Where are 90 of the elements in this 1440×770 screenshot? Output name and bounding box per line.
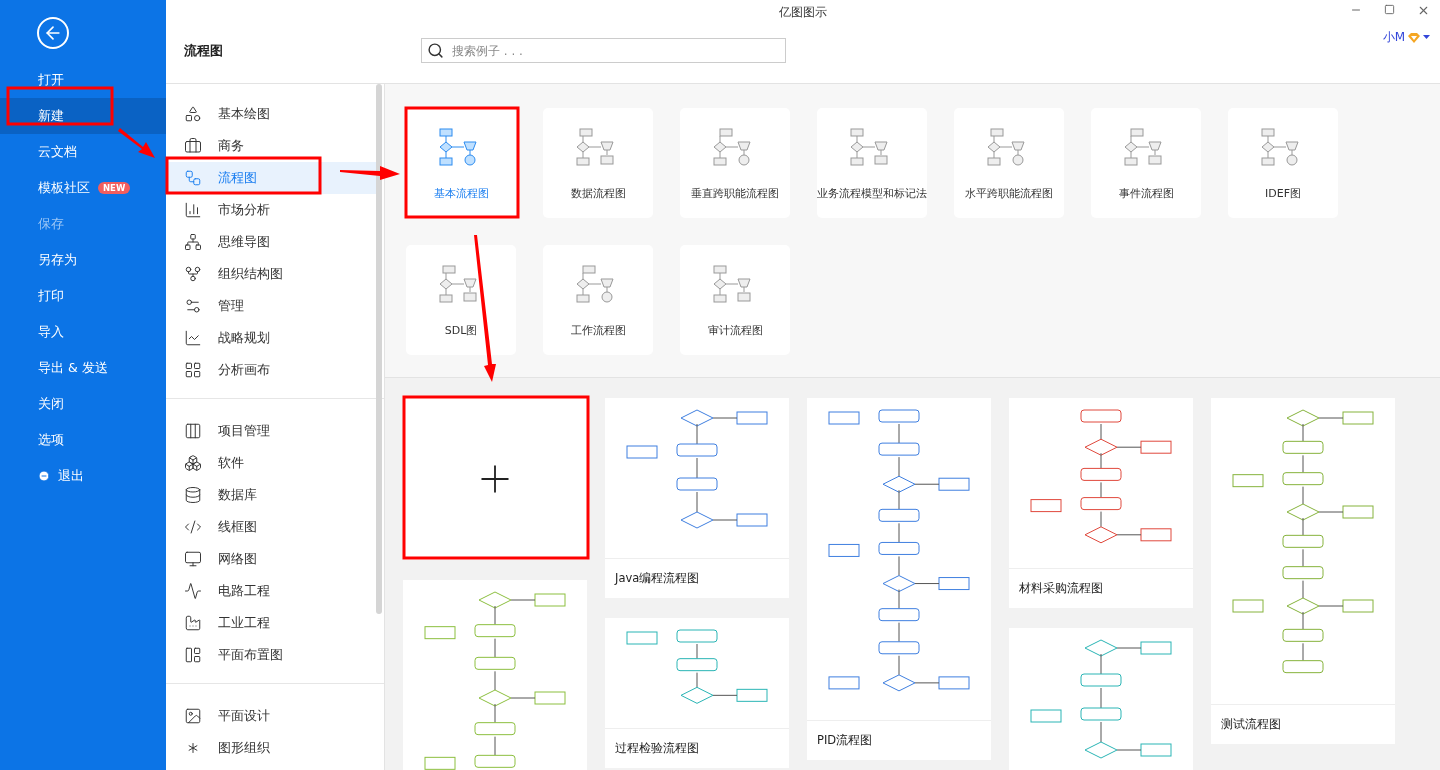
grid-icon [184,361,202,379]
maximize-icon[interactable] [1384,4,1395,15]
close-icon[interactable] [1417,4,1430,17]
nav-label: 保存 [38,215,64,233]
nav-item[interactable]: 新建 [0,98,166,134]
category-item[interactable]: 线框图 [166,511,376,543]
nav-item[interactable]: 关闭 [0,386,166,422]
category-item[interactable]: 软件 [166,447,376,479]
nav-item[interactable]: 模板社区 NEW [0,170,166,206]
nav-label: 打开 [38,71,64,89]
waveform-icon [184,582,202,600]
code-window-icon [184,518,202,536]
template-title: Java编程流程图 [605,558,789,598]
template-card[interactable]: PID流程图 [807,398,991,760]
diagram-type-card[interactable]: 业务流程模型和标记法 [817,108,927,218]
nav-label: 导入 [38,323,64,341]
database-icon [184,486,202,504]
line-chart-icon [184,329,202,347]
section-heading: 流程图 [184,41,224,60]
nav-label: 导出 & 发送 [38,359,108,377]
nav-item[interactable]: 退出 [0,458,166,494]
category-item[interactable]: 组织结构图 [166,258,376,290]
scrollbar[interactable] [376,84,382,614]
category-item[interactable]: 管理 [166,290,376,322]
nav-item[interactable]: 导入 [0,314,166,350]
nav-label: 模板社区 [38,179,90,197]
diagram-type-card[interactable]: 事件流程图 [1091,108,1201,218]
category-item[interactable]: 电路工程 [166,575,376,607]
new-badge: NEW [98,182,131,194]
diagram-type-card[interactable]: 基本流程图 [406,108,516,218]
category-item[interactable]: 数据库 [166,479,376,511]
search-icon [427,42,444,59]
bar-chart-icon [184,201,202,219]
nav-label: 新建 [38,107,64,125]
picture-icon [184,707,202,725]
template-title: 材料采购流程图 [1009,568,1193,608]
nav-label: 选项 [38,431,64,449]
template-title: 过程检验流程图 [605,728,789,768]
back-button[interactable] [37,17,69,49]
factory-icon [184,614,202,632]
category-item[interactable]: 项目管理 [166,415,376,447]
diagram-type-card[interactable]: SDL图 [406,245,516,355]
nav-item[interactable]: 导出 & 发送 [0,350,166,386]
nav-label: 另存为 [38,251,77,269]
template-card[interactable]: 测试流程图 [1211,398,1395,744]
category-item[interactable]: 平面设计 [166,700,376,732]
category-item[interactable]: 工业工程 [166,607,376,639]
nav-item[interactable]: 选项 [0,422,166,458]
flowchart-icon [184,169,202,187]
diagram-type-card[interactable]: 水平跨职能流程图 [954,108,1064,218]
diagram-type-card[interactable]: 数据流程图 [543,108,653,218]
category-item[interactable]: 分析画布 [166,354,376,386]
diagram-type-card[interactable]: 工作流程图 [543,245,653,355]
category-item[interactable]: 战略规划 [166,322,376,354]
nav-item[interactable]: 另存为 [0,242,166,278]
template-card[interactable]: 材料采购流程图 [1009,398,1193,608]
template-title: 测试流程图 [1211,704,1395,744]
template-title: PID流程图 [807,720,991,760]
diamond-icon [1407,31,1421,44]
nav-label: 打印 [38,287,64,305]
user-name[interactable]: 小M [1382,29,1405,46]
category-item[interactable]: 平面布置图 [166,639,376,671]
diagram-type-card[interactable]: IDEF图 [1228,108,1338,218]
exit-icon [38,470,50,482]
category-item[interactable]: 基本绘图 [166,98,376,130]
columns-icon [184,422,202,440]
nav-item[interactable]: 打印 [0,278,166,314]
monitor-icon [184,550,202,568]
shapes-icon [184,105,202,123]
category-item[interactable]: 网络图 [166,543,376,575]
nav-item[interactable]: 打开 [0,62,166,98]
category-item[interactable]: 流程图 [166,162,376,194]
annotation-arrow [118,128,155,158]
diagram-type-card[interactable]: 垂直跨职能流程图 [680,108,790,218]
diagram-type-card[interactable]: 审计流程图 [680,245,790,355]
template-card[interactable]: 过程检验流程图 [605,618,789,768]
window-title: 亿图图示 [779,3,827,21]
nav-label: 退出 [58,467,84,485]
category-item[interactable]: 思维导图 [166,226,376,258]
search-field[interactable]: 搜索例子 . . . [421,38,786,63]
category-item[interactable]: 市场分析 [166,194,376,226]
category-item[interactable]: 商务 [166,130,376,162]
category-item[interactable]: 图形组织 [166,732,376,764]
nav-label: 云文档 [38,143,77,161]
annotation-arrow [340,166,400,180]
nav-label: 关闭 [38,395,64,413]
briefcase-icon [184,137,202,155]
template-card[interactable]: Java编程流程图 [605,398,789,598]
caret-icon[interactable] [1423,35,1430,40]
nav-item[interactable]: 云文档 [0,134,166,170]
